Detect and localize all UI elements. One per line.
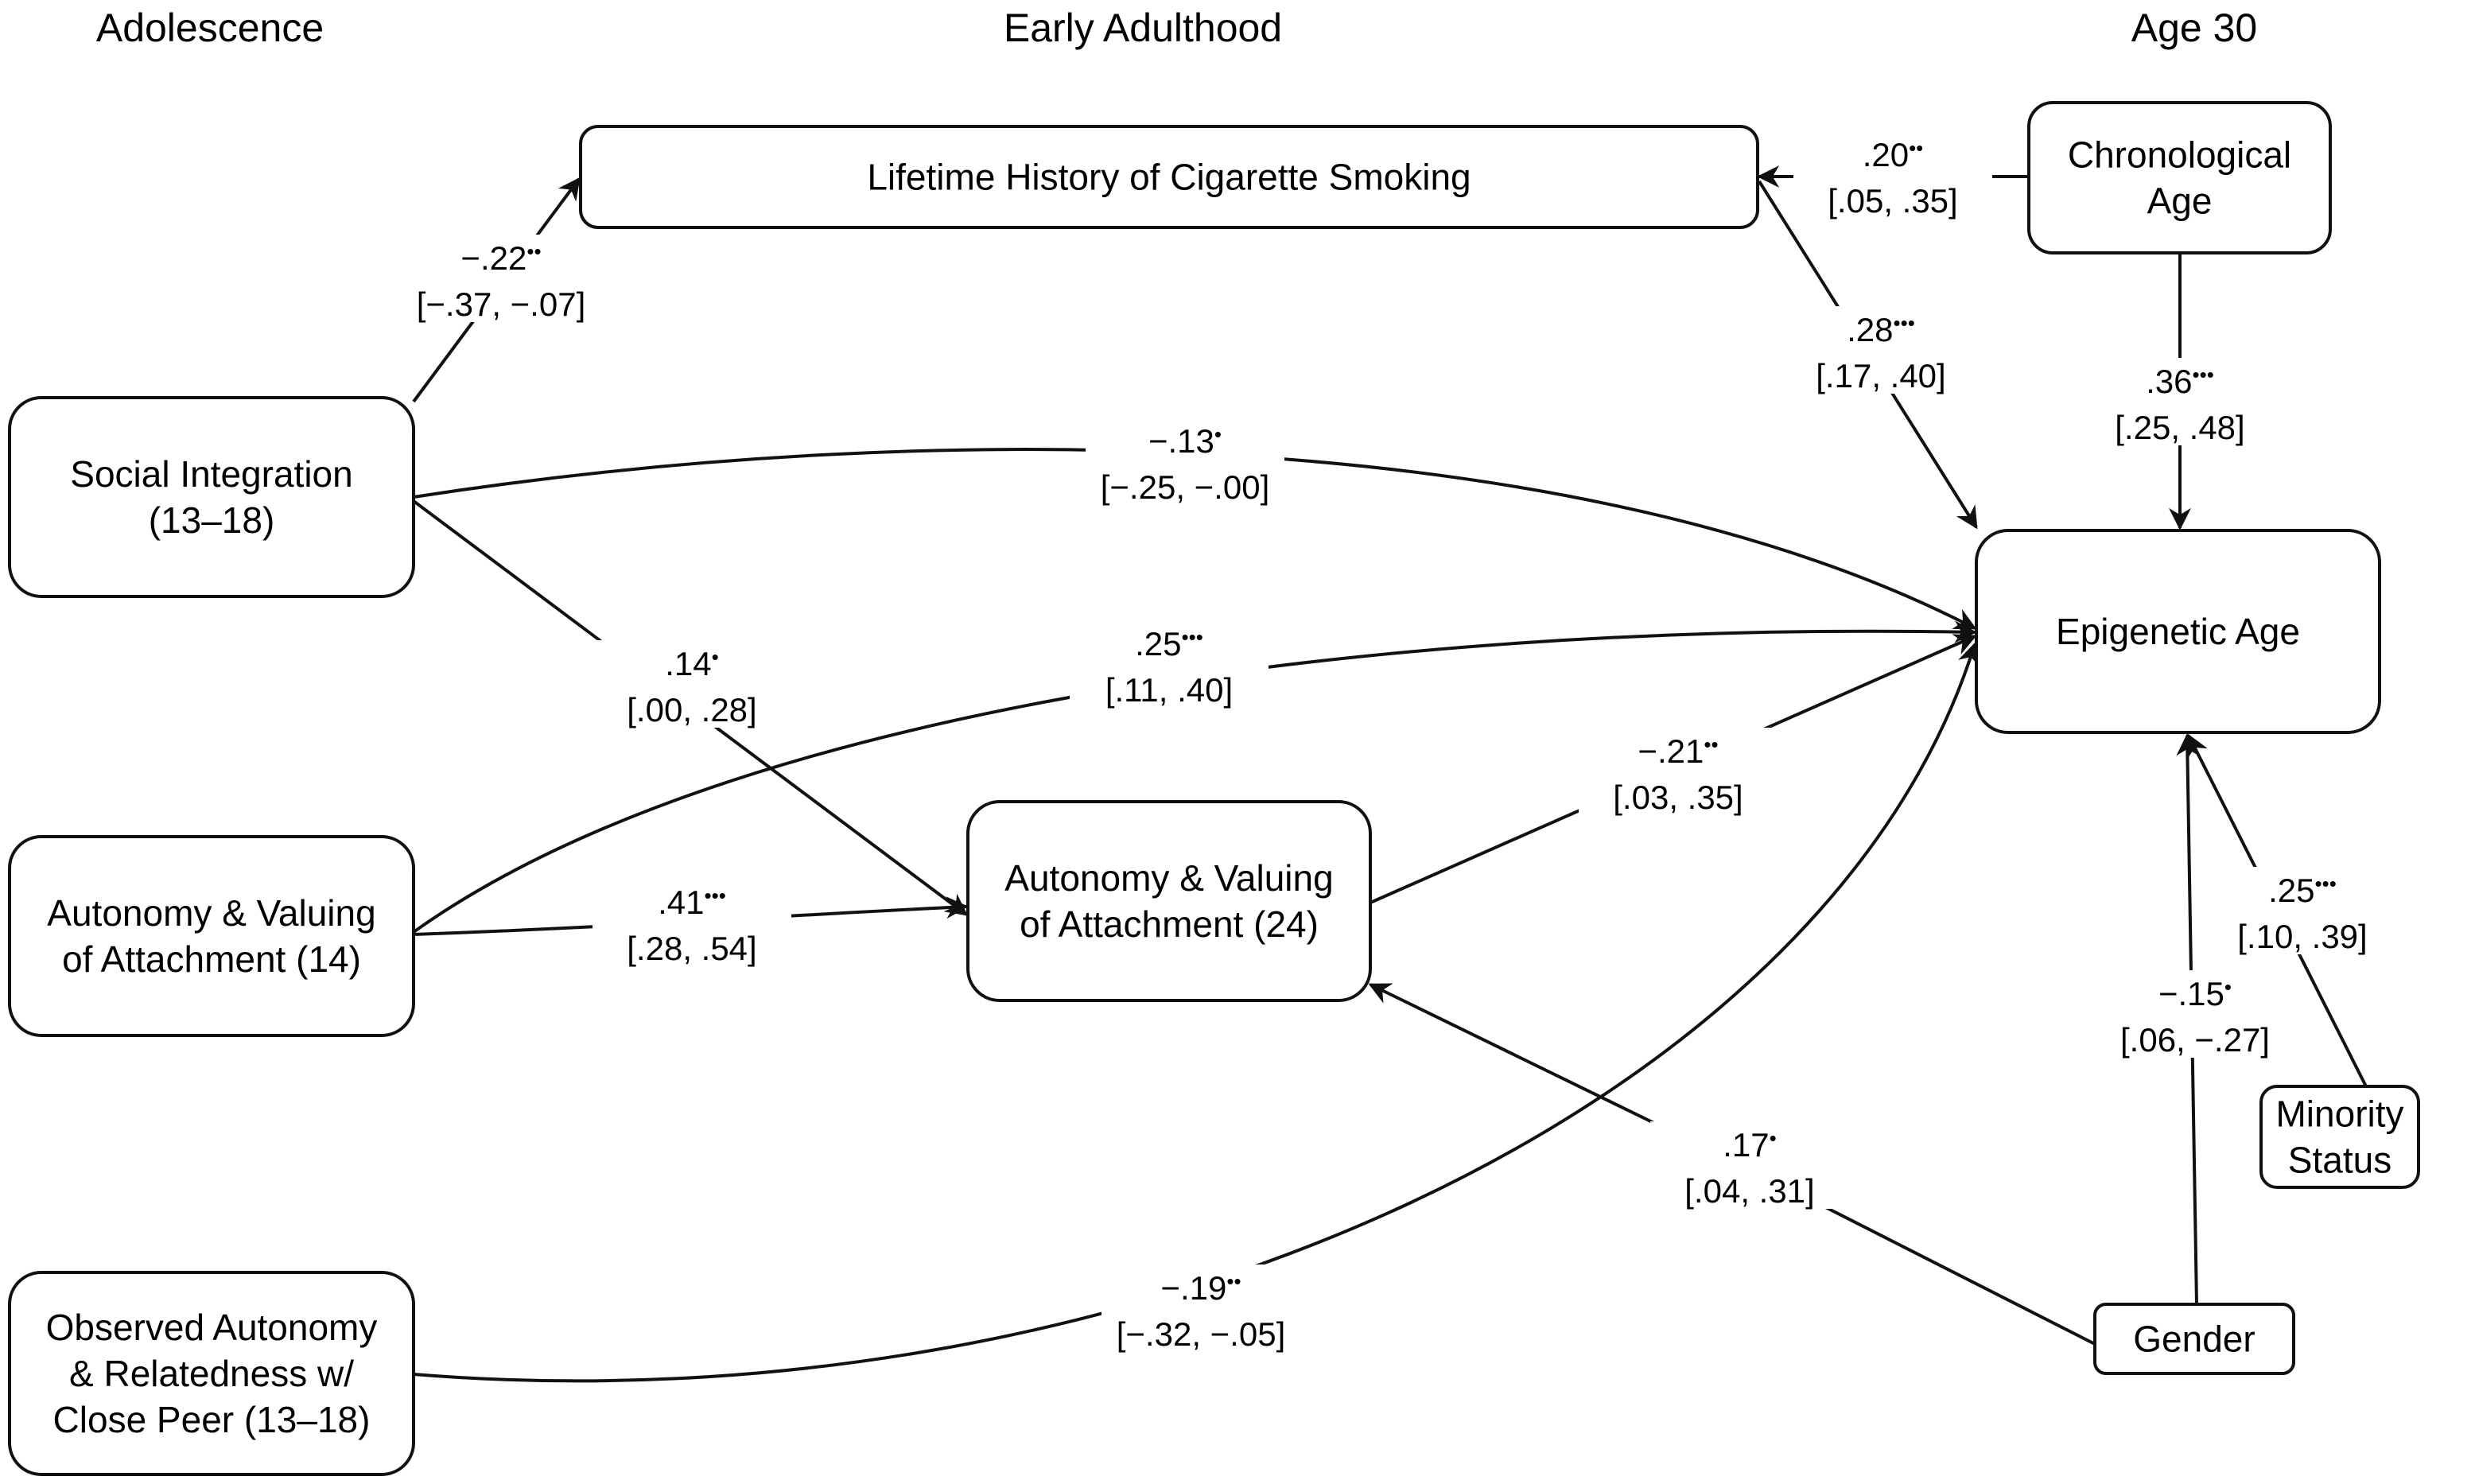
edge-label-ava24-epi: −.21••[.03, .35] <box>1579 728 1778 816</box>
significance-stars: ••• <box>2193 363 2214 387</box>
node-label-line: (13–18) <box>149 499 275 541</box>
edge-label-ava14-ava24: .41•••[.28, .54] <box>593 879 791 967</box>
node-label-line: Autonomy & Valuing <box>1004 857 1333 899</box>
confidence-interval: [.10, .39] <box>2237 918 2367 955</box>
edge-label-gender-ava24: .17• [.04, .31] <box>1650 1121 1849 1210</box>
node-label-line: Epigenetic Age <box>2056 611 2300 652</box>
edge-label-si-smoking: −.22••[−.37, −.07] <box>402 235 600 323</box>
node-label-line: Status <box>2288 1140 2391 1181</box>
edge-label-si-ava24: .14• [.00, .28] <box>593 640 791 728</box>
node-label-line: of Attachment (14) <box>62 938 361 980</box>
significance-stars: • <box>1770 1126 1777 1150</box>
significance-stars: •• <box>1909 136 1923 160</box>
significance-stars: • <box>1214 422 1222 446</box>
node-box <box>8 835 415 1037</box>
confidence-interval: [.04, .31] <box>1684 1172 1814 1210</box>
coefficient: −.15• <box>2158 975 2232 1012</box>
node-gender: Gender <box>2093 1303 2295 1375</box>
node-label-line: Minority <box>2275 1094 2403 1135</box>
node-label-line: of Attachment (24) <box>1020 903 1319 945</box>
confidence-interval: [−.37, −.07] <box>417 286 586 323</box>
significance-stars: ••• <box>705 884 726 907</box>
edge-label-si-epi: −.13• [−.25, −.00] <box>1086 418 1284 506</box>
labels-layer: −.22••[−.37, −.07].20••[.05, .35].28•••[… <box>402 131 2402 1353</box>
confidence-interval: [−.32, −.05] <box>1117 1315 1286 1353</box>
confidence-interval: [.17, .40] <box>1816 357 1945 394</box>
significance-stars: • <box>712 645 719 669</box>
header-early-adulthood: Early Adulthood <box>1004 6 1282 50</box>
confidence-interval: [.00, .28] <box>627 691 756 728</box>
node-label-line: Observed Autonomy <box>46 1307 378 1348</box>
node-box <box>2027 101 2332 254</box>
node-label-line: Gender <box>2133 1319 2255 1360</box>
node-box <box>966 800 1372 1002</box>
node-label-line: Age <box>2147 181 2213 222</box>
edge-label-observed-epi: −.19••[−.32, −.05] <box>1102 1265 1300 1353</box>
coefficient: −.13• <box>1148 422 1222 460</box>
node-minority: Minority Status <box>2259 1085 2420 1189</box>
node-label-line: Lifetime History of Cigarette Smoking <box>867 157 1471 198</box>
node-social-integration: Social Integration(13–18) <box>8 396 415 598</box>
node-label-line: Social Integration <box>70 453 352 495</box>
confidence-interval: [.28, .54] <box>627 930 756 967</box>
confidence-interval: [.06, −.27] <box>2120 1021 2270 1059</box>
node-ava24: Autonomy & Valuingof Attachment (24) <box>966 800 1372 1002</box>
node-label-line: Chronological <box>2068 134 2291 176</box>
edge-label-smoking-epi: .28•••[.17, .40] <box>1781 306 1980 394</box>
edges-layer <box>412 165 2368 1383</box>
edge-label-chron-epi: .36•••[.25, .48] <box>2081 358 2279 446</box>
node-ava14: Autonomy & Valuingof Attachment (14) <box>8 835 415 1037</box>
header-age-30: Age 30 <box>2131 6 2257 50</box>
edge-label-minority-epi: .25•••[.10, .39] <box>2203 867 2402 955</box>
confidence-interval: [.05, .35] <box>1828 182 1957 219</box>
coefficient: .14• <box>665 645 719 682</box>
significance-stars: •• <box>1704 732 1718 756</box>
header-adolescence: Adolescence <box>96 6 324 50</box>
node-observed: Observed Autonomy & Relatedness w/Close P… <box>8 1271 415 1476</box>
confidence-interval: [.03, .35] <box>1613 779 1743 816</box>
edge-label-chron-smoking: .20••[.05, .35] <box>1793 131 1992 219</box>
edge-label-gender-epi: −.15• [.06, −.27] <box>2096 970 2294 1059</box>
node-epigenetic-age: Epigenetic Age <box>1975 529 2381 734</box>
confidence-interval: [.11, .40] <box>1105 671 1233 709</box>
edge-label-ava14-epi: .25•••[.11, .40] <box>1070 620 1269 709</box>
significance-stars: •• <box>526 239 541 263</box>
confidence-interval: [.25, .48] <box>2115 409 2244 446</box>
node-label-line: Autonomy & Valuing <box>47 892 375 934</box>
significance-stars: ••• <box>1894 311 1915 335</box>
node-label-line: & Relatedness w/ <box>69 1353 354 1394</box>
node-chron-age: Chronological Age <box>2027 101 2332 254</box>
significance-stars: •• <box>1226 1269 1241 1293</box>
node-smoking: Lifetime History of Cigarette Smoking <box>579 125 1759 229</box>
node-box <box>8 396 415 598</box>
path-diagram: Adolescence Early Adulthood Age 30 Lifet… <box>8 6 2420 1476</box>
confidence-interval: [−.25, −.00] <box>1101 468 1270 506</box>
significance-stars: ••• <box>1182 625 1203 649</box>
coefficient: .17• <box>1723 1126 1777 1164</box>
node-label-line: Close Peer (13–18) <box>53 1399 371 1440</box>
significance-stars: ••• <box>2315 872 2337 895</box>
significance-stars: • <box>2224 975 2232 999</box>
